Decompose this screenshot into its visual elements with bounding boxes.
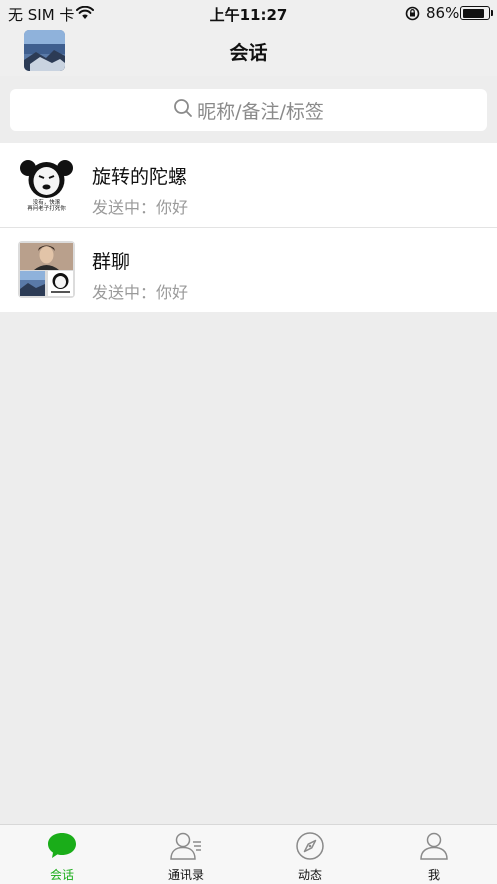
person-icon [419,831,449,865]
tab-label: 动态 [297,868,322,882]
avatar-caption-line2: 再问老子打死你 [27,204,66,212]
conversation-name: 群聊 [92,251,131,273]
contacts-icon [169,831,203,865]
chat-bubble-icon [46,831,78,865]
conversation-list: 没有，快滚 再问老子打死你 旋转的陀螺 发送中：你好 群聊 发送中：你好 [0,143,497,312]
tab-moments[interactable]: 动态 [248,825,372,884]
battery-percent: 86% [426,4,460,22]
status-bar: 无 SIM 卡 上午11:27 86% [0,0,497,26]
conversation-last-message: 发送中：你好 [92,198,189,217]
tab-conversations[interactable]: 会话 [0,825,124,884]
tab-bar: 会话 通讯录 动态 我 [0,824,497,884]
tab-label: 会话 [49,868,74,882]
page-title: 会话 [229,42,268,64]
tab-label: 通讯录 [167,868,204,882]
battery-icon [460,6,493,20]
tab-contacts[interactable]: 通讯录 [124,825,248,884]
search-placeholder: 昵称/备注/标签 [197,100,324,123]
tab-label: 我 [427,868,440,882]
avatar-caption-line1: 没有，快滚 [33,198,61,206]
contact-avatar: 没有，快滚 再问老子打死你 [18,156,75,213]
conversation-name: 旋转的陀螺 [92,166,188,188]
conversation-row[interactable]: 没有，快滚 再问老子打死你 旋转的陀螺 发送中：你好 [0,143,497,227]
group-avatar [18,241,75,298]
compass-icon [295,831,325,865]
search-icon [173,98,193,122]
search-field[interactable]: 昵称/备注/标签 [10,89,487,131]
tab-me[interactable]: 我 [372,825,496,884]
rotation-lock-icon [405,6,420,25]
conversation-row[interactable]: 群聊 发送中：你好 [0,227,497,312]
conversation-last-message: 发送中：你好 [92,283,189,302]
clock: 上午11:27 [209,6,288,24]
nav-bar: 会话 [0,26,497,76]
